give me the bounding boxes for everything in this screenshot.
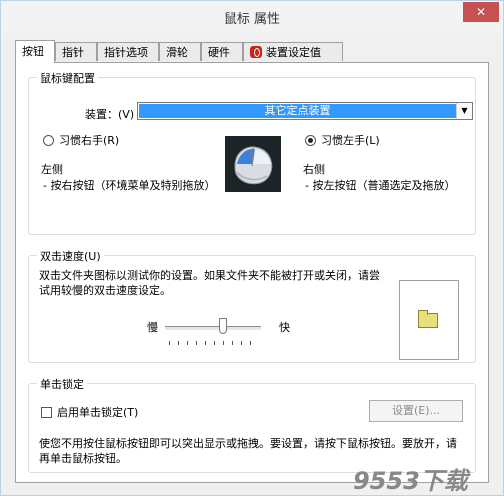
right-hand-label: 习惯右手(R) (59, 134, 120, 147)
title-bar: 鼠标 属性 ✕ (1, 1, 503, 33)
right-side-title: 右侧 (303, 163, 325, 176)
device-select[interactable]: 其它定点装置 ▼ (137, 102, 473, 120)
tab-device-settings[interactable]: 装置设定值 (243, 42, 343, 61)
fast-label: 快 (279, 321, 290, 334)
right-side-desc: - 按左按钮（普通选定及拖放） (305, 179, 456, 192)
double-click-group: 双击速度(U) 双击文件夹图标以测试你的设置。如果文件夹不能被打开或关闭，请尝试… (28, 248, 476, 363)
speed-slider-thumb[interactable] (218, 318, 227, 334)
mouse-icon (225, 136, 281, 192)
radio-circle-selected (305, 134, 316, 146)
double-click-desc: 双击文件夹图标以测试你的设置。如果文件夹不能被打开或关闭，请尝试用较慢的双击速度… (39, 269, 380, 297)
click-lock-title: 单击锁定 (37, 376, 87, 392)
tab-buttons[interactable]: 按钮 (15, 40, 55, 63)
tab-wheel[interactable]: 滑轮 (159, 42, 201, 61)
left-hand-label: 习惯左手(L) (321, 134, 380, 147)
device-label: 装置：(V) (85, 108, 135, 121)
click-lock-group: 单击锁定 启用单击锁定(T) 设置(E)... 使您不用按住鼠标按钮即可以突出显… (28, 376, 476, 473)
device-select-value: 其它定点装置 (139, 104, 456, 118)
click-lock-settings-button[interactable]: 设置(E)... (369, 400, 463, 422)
tab-hardware[interactable]: 硬件 (201, 42, 243, 61)
folder-icon[interactable] (418, 310, 438, 328)
double-click-title: 双击速度(U) (37, 248, 104, 264)
speed-slider-track[interactable] (165, 326, 261, 331)
close-button[interactable]: ✕ (463, 2, 499, 22)
left-hand-radio[interactable]: 习惯左手(L) (305, 132, 380, 148)
left-side-desc: - 按右按钮（环境菜单及特别拖放） (43, 179, 216, 192)
left-side-title: 左侧 (41, 163, 63, 176)
window-title: 鼠标 属性 (223, 12, 281, 27)
test-folder-area[interactable] (399, 280, 459, 360)
chevron-down-icon[interactable]: ▼ (456, 103, 472, 119)
button-config-group: 鼠标键配置 装置：(V) 其它定点装置 ▼ 习惯右手(R) 习惯左手(L) 左侧… (28, 70, 476, 235)
tab-device-settings-label: 装置设定值 (266, 46, 321, 59)
slow-label: 慢 (147, 321, 158, 334)
radio-circle (43, 134, 54, 146)
button-config-title: 鼠标键配置 (37, 70, 98, 86)
right-hand-radio[interactable]: 习惯右手(R) (43, 132, 119, 148)
tab-pointer[interactable]: 指针 (55, 42, 97, 61)
mouse-properties-window: 鼠标 属性 ✕ 按钮 指针 指针选项 滑轮 硬件 装置设定值 鼠标键配置 装置：… (0, 0, 504, 496)
click-lock-label: 启用单击锁定(T) (57, 406, 139, 419)
tab-pointer-options[interactable]: 指针选项 (97, 42, 159, 61)
checkbox-box (41, 406, 52, 418)
speed-slider-ticks (169, 341, 259, 345)
watermark-logo: 9553下载 (353, 467, 468, 495)
device-settings-icon (250, 46, 262, 58)
click-lock-checkbox[interactable]: 启用单击锁定(T) (41, 404, 138, 420)
tab-panel-buttons: 鼠标键配置 装置：(V) 其它定点装置 ▼ 习惯右手(R) 习惯左手(L) 左侧… (15, 62, 489, 483)
